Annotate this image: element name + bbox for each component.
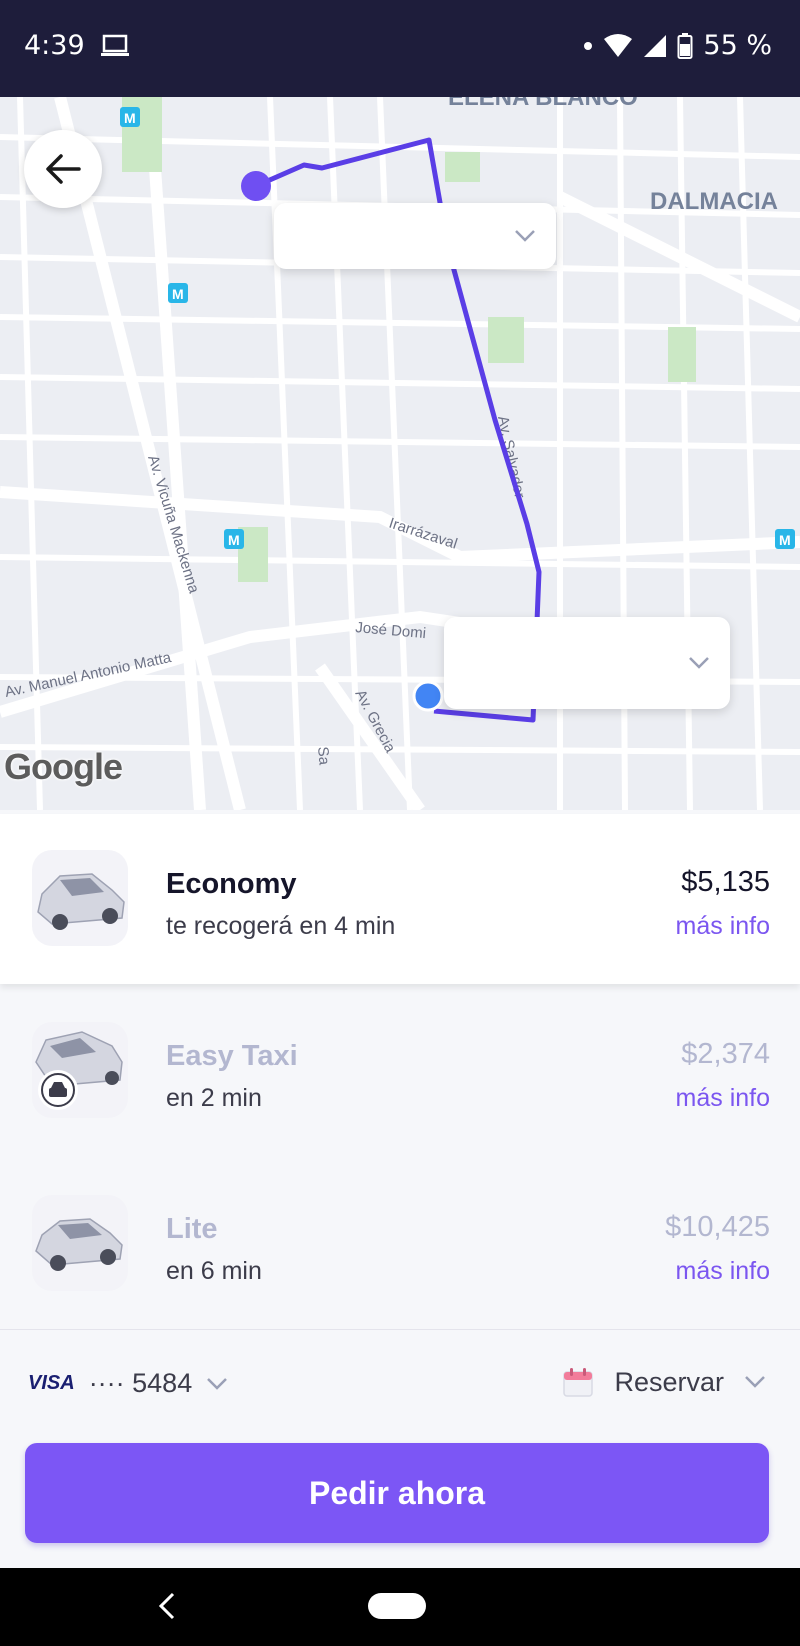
laptop-icon: [101, 34, 129, 56]
ride-option-lite[interactable]: Lite en 6 min $10,425 más info: [0, 1159, 800, 1329]
wifi-icon: [604, 33, 633, 57]
chevron-down-icon: [745, 1376, 765, 1388]
status-time: 4:39: [24, 30, 85, 61]
svg-text:M: M: [124, 110, 136, 126]
back-arrow-icon: [46, 154, 81, 184]
navigation-bar: [0, 1568, 800, 1646]
origin-marker: [241, 171, 271, 201]
notification-dot-icon: [584, 41, 593, 50]
map-label-dalmacia: DALMACIA: [650, 188, 778, 215]
status-bar: 4:39 55 %: [0, 0, 800, 97]
ride-eta: en 2 min: [166, 1084, 262, 1112]
divider: [0, 1329, 800, 1330]
ride-price: $2,374: [681, 1038, 770, 1070]
chevron-down-icon: [207, 1377, 228, 1390]
car-image: [32, 1195, 128, 1291]
back-button[interactable]: [24, 130, 102, 208]
ride-eta: te recogerá en 4 min: [166, 912, 396, 940]
reserve-selector[interactable]: Reservar: [562, 1366, 766, 1398]
home-pill[interactable]: [368, 1593, 426, 1619]
more-info-link[interactable]: más info: [676, 1084, 770, 1113]
battery-icon: [677, 32, 693, 59]
ride-eta: en 6 min: [166, 1257, 262, 1285]
svg-text:M: M: [228, 532, 240, 548]
chevron-down-icon: [515, 230, 535, 242]
chevron-down-icon: [689, 657, 709, 669]
signal-icon: [644, 34, 667, 57]
ride-name: Lite: [166, 1213, 218, 1245]
calendar-icon: [563, 1368, 594, 1397]
map-street-sa: Sa: [314, 746, 333, 766]
nav-back-icon[interactable]: [155, 1588, 179, 1624]
ride-name: Economy: [166, 868, 297, 900]
origin-location-box[interactable]: [274, 203, 556, 269]
more-info-link[interactable]: más info: [676, 1257, 770, 1286]
map-label-elena-blanco: ELENA BLANCO: [448, 97, 638, 111]
svg-text:M: M: [172, 286, 184, 302]
ride-option-economy[interactable]: Economy te recogerá en 4 min $5,135 más …: [0, 814, 800, 984]
ride-price: $5,135: [681, 866, 770, 898]
ride-option-easy-taxi[interactable]: Easy Taxi en 2 min $2,374 más info: [0, 986, 800, 1156]
destination-location-box[interactable]: [444, 617, 730, 709]
current-location-marker: [412, 680, 444, 712]
ride-price: $10,425: [665, 1211, 770, 1243]
battery-percent: 55 %: [703, 30, 772, 61]
payment-method-selector[interactable]: VISA ···· 5484: [28, 1368, 228, 1399]
car-image: [32, 850, 128, 946]
visa-logo: VISA: [28, 1372, 75, 1394]
status-icons: 55 %: [583, 30, 772, 61]
svg-text:M: M: [779, 532, 791, 548]
more-info-link[interactable]: más info: [676, 912, 770, 941]
car-image: [32, 1022, 128, 1118]
ride-name: Easy Taxi: [166, 1040, 298, 1072]
google-logo: Google: [4, 746, 123, 787]
reserve-label: Reservar: [614, 1366, 724, 1397]
card-number: ···· 5484: [88, 1368, 193, 1398]
request-ride-button[interactable]: Pedir ahora: [25, 1443, 769, 1543]
